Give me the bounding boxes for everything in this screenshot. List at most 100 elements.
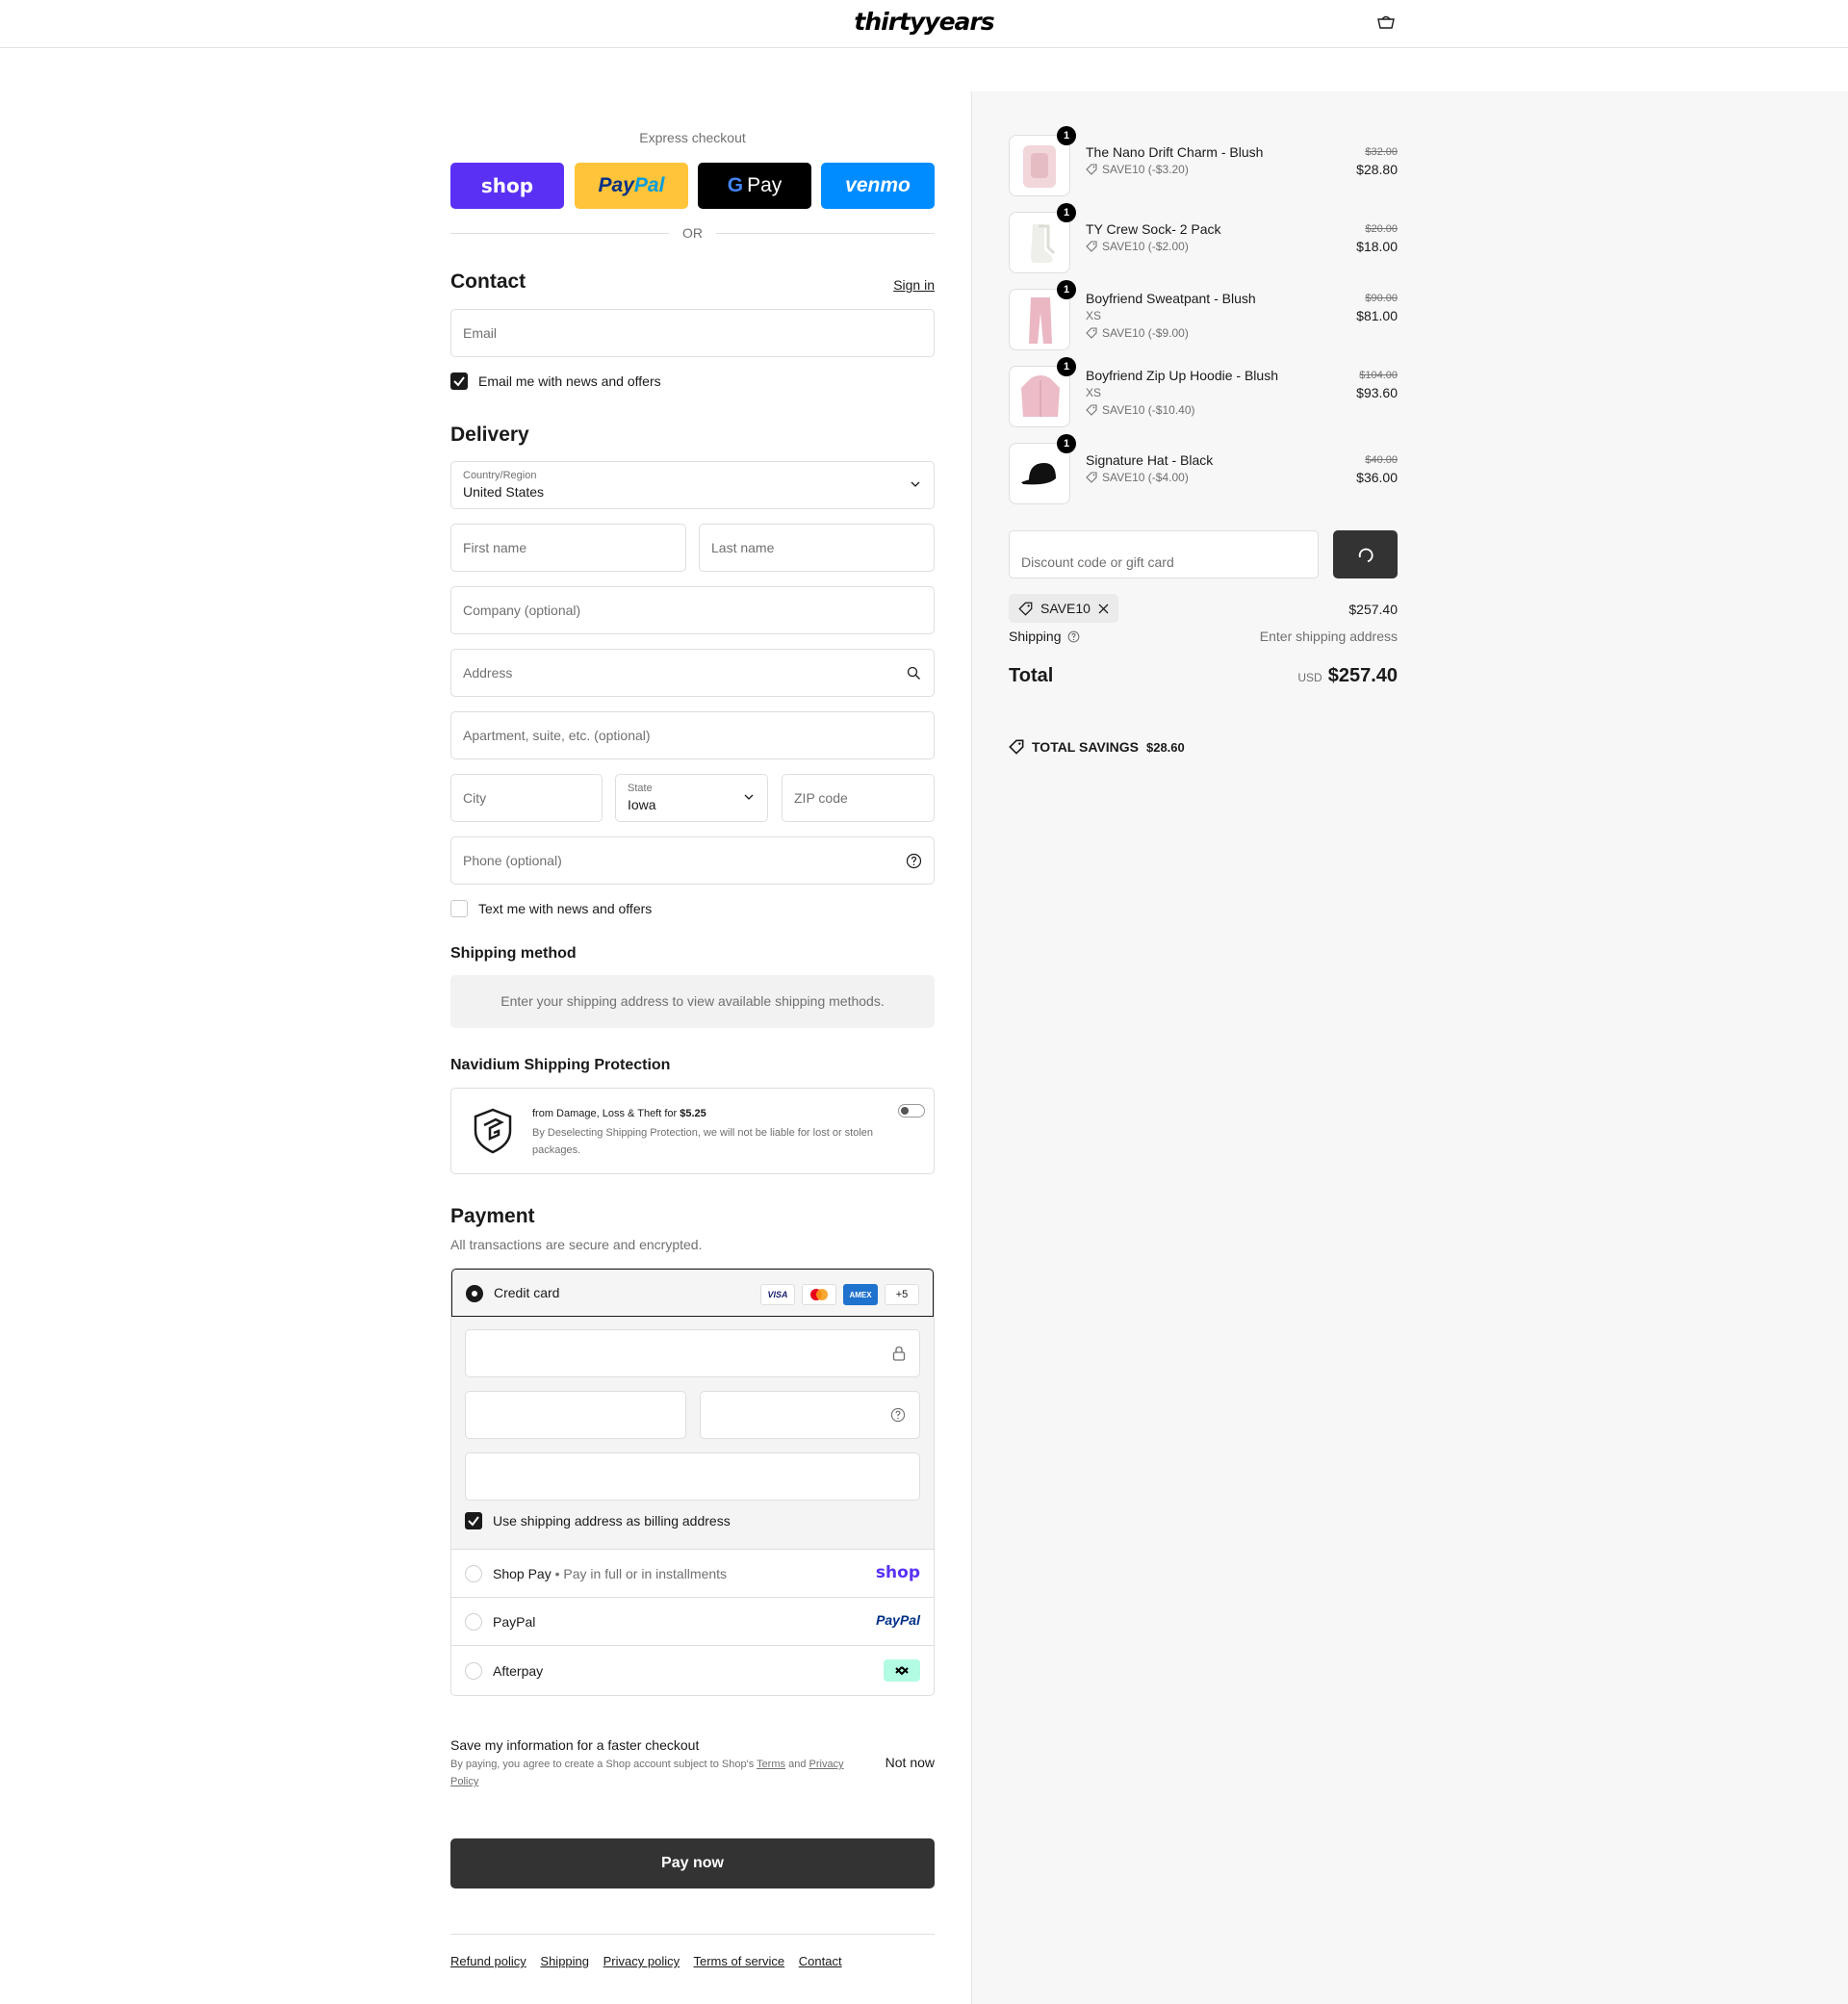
shipping-label: Shipping (1009, 629, 1062, 644)
discount-text: SAVE10 (-$9.00) (1102, 326, 1189, 340)
payment-heading: Payment (450, 1205, 535, 1227)
address-field[interactable]: Address (450, 649, 935, 697)
paypal-logo: Pay (598, 174, 634, 196)
tag-icon (1009, 739, 1024, 755)
apartment-field[interactable]: Apartment, suite, etc. (optional) (450, 711, 935, 759)
credit-card-label: Credit card (494, 1285, 560, 1300)
shield-icon (474, 1108, 512, 1154)
apartment-placeholder: Apartment, suite, etc. (optional) (463, 728, 651, 743)
brand-logo[interactable]: thirtyyears (0, 8, 1848, 36)
protection-price: $5.25 (680, 1108, 706, 1119)
hoodie-image (1021, 375, 1060, 417)
last-name-field[interactable]: Last name (699, 524, 935, 572)
protection-heading: Navidium Shipping Protection (450, 1057, 671, 1073)
sign-in-link[interactable]: Sign in (893, 277, 935, 293)
paypal-option[interactable]: PayPal PayPal (451, 1598, 934, 1646)
item-variant: XS (1086, 309, 1102, 322)
shop-pay-express-button[interactable]: shop (450, 163, 564, 209)
phone-field[interactable]: Phone (optional) (450, 836, 935, 885)
help-circle-icon[interactable] (906, 853, 922, 869)
shop-pay-label: Shop Pay (493, 1566, 552, 1581)
item-original-price: $90.00 (1365, 293, 1398, 304)
discount-placeholder: Discount code or gift card (1021, 554, 1174, 570)
shop-pay-logo: shop (480, 174, 534, 197)
card-expiry-field[interactable] (465, 1391, 686, 1439)
item-price: $18.00 (1356, 239, 1398, 254)
item-price: $36.00 (1356, 470, 1398, 485)
payment-methods: Credit card VISA AMEX +5 Use shipping ad… (450, 1268, 935, 1696)
phone-placeholder: Phone (optional) (463, 853, 562, 868)
savings-value: $28.60 (1145, 739, 1185, 755)
divider-line (716, 233, 935, 234)
paypal-radio[interactable] (465, 1613, 482, 1631)
sms-checkbox[interactable] (450, 900, 468, 917)
total-row: USD $257.40 (1297, 665, 1398, 687)
afterpay-radio[interactable] (465, 1662, 482, 1680)
item-variant: XS (1086, 386, 1102, 399)
shop-pay-option[interactable]: Shop Pay • Pay in full or in installment… (451, 1550, 934, 1598)
hat-image (1021, 463, 1056, 485)
paypal-label: PayPal (493, 1614, 536, 1630)
help-circle-icon[interactable] (890, 1407, 906, 1423)
total-value: $257.40 (1327, 665, 1398, 686)
item-discount: SAVE10 (-$10.40) (1086, 403, 1195, 417)
tag-icon (1018, 602, 1033, 616)
credit-card-option[interactable]: Credit card VISA AMEX +5 (451, 1269, 934, 1317)
card-cvv-field[interactable] (700, 1391, 920, 1439)
visa-icon: VISA (760, 1284, 795, 1305)
company-field[interactable]: Company (optional) (450, 586, 935, 634)
savings-label: TOTAL SAVINGS (1032, 739, 1139, 755)
shipping-link[interactable]: Shipping (540, 1954, 589, 1968)
cart-item: 1 Boyfriend Sweatpant - Blush XS SAVE10 … (1009, 280, 1398, 356)
apply-discount-button[interactable] (1333, 530, 1398, 578)
email-field[interactable]: Email (450, 309, 935, 357)
sock-image (1031, 224, 1056, 263)
billing-same-checkbox[interactable] (465, 1512, 482, 1529)
and-text: and (788, 1759, 807, 1770)
state-select[interactable]: State Iowa (615, 774, 768, 822)
google-pay-express-button[interactable]: G Pay (698, 163, 811, 209)
venmo-express-button[interactable]: venmo (821, 163, 935, 209)
first-name-field[interactable]: First name (450, 524, 686, 572)
newsletter-checkbox[interactable] (450, 373, 468, 390)
shipping-method-notice: Enter your shipping address to view avai… (450, 975, 935, 1028)
paypal-logo-pal: Pal (633, 174, 665, 196)
refund-policy-link[interactable]: Refund policy (450, 1954, 526, 1968)
credit-card-radio[interactable] (466, 1285, 483, 1302)
save-info-terms: By paying, you agree to create a Shop ac… (450, 1756, 855, 1790)
shop-pay-radio[interactable] (465, 1565, 482, 1582)
google-g-icon: G (727, 174, 744, 196)
afterpay-option[interactable]: Afterpay (451, 1646, 934, 1694)
afterpay-label: Afterpay (493, 1663, 544, 1679)
tag-icon (1086, 404, 1097, 416)
discount-code-field[interactable]: Discount code or gift card (1009, 530, 1319, 578)
venmo-logo: venmo (845, 174, 911, 196)
paypal-express-button[interactable]: Pay Pal (575, 163, 688, 209)
shop-pay-logo: shop (875, 1563, 920, 1582)
card-number-field[interactable] (465, 1329, 920, 1377)
country-select[interactable]: Country/Region United States (450, 461, 935, 509)
company-placeholder: Company (optional) (463, 603, 581, 618)
first-name-placeholder: First name (463, 540, 527, 555)
payment-subtitle: All transactions are secure and encrypte… (450, 1237, 703, 1252)
cart-icon[interactable] (1376, 15, 1396, 29)
terms-of-service-link[interactable]: Terms of service (694, 1954, 785, 1968)
mastercard-logo (810, 1289, 828, 1300)
paypal-logo: PayPal (876, 1612, 920, 1628)
privacy-policy-link[interactable]: Privacy policy (603, 1954, 680, 1968)
pay-now-button[interactable]: Pay now (450, 1838, 935, 1888)
applied-code-text: SAVE10 (1040, 601, 1091, 616)
city-field[interactable]: City (450, 774, 603, 822)
address-placeholder: Address (463, 665, 513, 681)
protection-toggle[interactable] (898, 1104, 925, 1118)
item-name: Boyfriend Zip Up Hoodie - Blush (1086, 368, 1278, 383)
credit-card-form: Use shipping address as billing address (451, 1317, 934, 1550)
help-circle-icon[interactable] (1067, 630, 1080, 643)
not-now-button[interactable]: Not now (886, 1755, 935, 1770)
zip-field[interactable]: ZIP code (782, 774, 935, 822)
card-name-field[interactable] (465, 1452, 920, 1501)
close-icon[interactable] (1098, 604, 1109, 614)
item-discount: SAVE10 (-$4.00) (1086, 471, 1189, 484)
terms-link[interactable]: Terms (757, 1759, 785, 1770)
contact-link[interactable]: Contact (799, 1954, 842, 1968)
